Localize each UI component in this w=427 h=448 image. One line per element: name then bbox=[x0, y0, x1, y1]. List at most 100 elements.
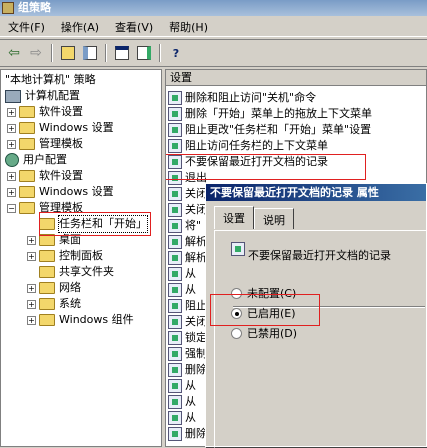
policy-setting-icon bbox=[168, 203, 182, 217]
list-item[interactable]: 将" bbox=[168, 218, 201, 234]
expand-icon[interactable]: + bbox=[7, 139, 16, 149]
policy-setting-icon bbox=[168, 347, 182, 361]
menu-bar: 文件(F) 操作(A) 查看(V) 帮助(H) bbox=[0, 17, 427, 37]
expand-icon[interactable]: + bbox=[27, 283, 36, 293]
policy-setting-icon bbox=[168, 427, 182, 441]
folder-icon bbox=[19, 186, 35, 198]
menu-file[interactable]: 文件(F) bbox=[0, 19, 53, 35]
policy-setting-icon bbox=[168, 91, 182, 105]
tree-computer-config[interactable]: 计算机配置 bbox=[5, 88, 80, 104]
list-item[interactable]: 删除「开始」菜单上的拖放上下文菜单 bbox=[168, 106, 372, 122]
app-icon bbox=[2, 2, 14, 14]
toolbar-separator bbox=[159, 44, 161, 62]
list-item[interactable]: 阻止更改"任务栏和「开始」菜单"设置 bbox=[168, 122, 371, 138]
expand-icon[interactable]: + bbox=[7, 123, 16, 133]
tree-item-system[interactable]: + 系统 bbox=[27, 296, 81, 312]
radio-button[interactable] bbox=[231, 327, 242, 339]
folder-icon bbox=[19, 122, 35, 134]
list-item[interactable]: 从 bbox=[168, 378, 196, 394]
list-item-label: 阻止访问任务栏的上下文菜单 bbox=[185, 139, 328, 152]
list-item-label: 从 bbox=[185, 379, 196, 392]
tree-root[interactable]: "本地计算机" 策略 bbox=[5, 72, 96, 88]
folder-icon bbox=[19, 138, 35, 150]
expand-icon[interactable]: + bbox=[7, 171, 16, 181]
list-item[interactable]: 删除 bbox=[168, 426, 207, 442]
expand-icon[interactable]: + bbox=[27, 251, 36, 261]
list-item[interactable]: 强制 bbox=[168, 346, 207, 362]
tree-item-windows-components[interactable]: + Windows 组件 bbox=[27, 312, 134, 328]
tree-item-network[interactable]: + 网络 bbox=[27, 280, 81, 296]
forward-button[interactable]: ⇨ bbox=[26, 43, 46, 63]
export-list-button[interactable] bbox=[134, 43, 154, 63]
list-item[interactable]: 解析 bbox=[168, 234, 207, 250]
tree-item-shared-folders[interactable]: 共享文件夹 bbox=[27, 264, 114, 280]
tree-item-user-software-settings[interactable]: + 软件设置 bbox=[7, 168, 83, 184]
dialog-tabs: 设置 说明 bbox=[214, 206, 294, 230]
policy-setting-icon bbox=[168, 379, 182, 393]
expand-icon[interactable]: + bbox=[27, 315, 36, 325]
list-item[interactable]: 阻止访问任务栏的上下文菜单 bbox=[168, 138, 328, 154]
window-title: 组策略 bbox=[18, 1, 51, 14]
list-item-label: 强制 bbox=[185, 347, 207, 360]
list-item[interactable]: 从 bbox=[168, 394, 196, 410]
menu-view[interactable]: 查看(V) bbox=[107, 19, 161, 35]
column-header-settings[interactable]: 设置 bbox=[166, 70, 426, 86]
forward-arrow-icon: ⇨ bbox=[30, 45, 42, 61]
menu-action[interactable]: 操作(A) bbox=[53, 19, 107, 35]
list-item-label: 关闭 bbox=[185, 203, 207, 216]
tree-label: 系统 bbox=[59, 297, 81, 310]
menu-help[interactable]: 帮助(H) bbox=[161, 19, 216, 35]
policy-setting-icon bbox=[168, 283, 182, 297]
tree-label: 共享文件夹 bbox=[59, 265, 114, 278]
list-item[interactable]: 关闭 bbox=[168, 186, 207, 202]
list-item[interactable]: 从 bbox=[168, 266, 196, 282]
list-item[interactable]: 删除 bbox=[168, 362, 207, 378]
properties-button[interactable] bbox=[112, 43, 132, 63]
tree-item-windows-settings[interactable]: + Windows 设置 bbox=[7, 120, 114, 136]
tree-pane-icon bbox=[83, 46, 97, 60]
list-item-label: 将" bbox=[185, 219, 202, 232]
tree-item-control-panel[interactable]: + 控制面板 bbox=[27, 248, 103, 264]
expand-icon[interactable]: + bbox=[7, 107, 16, 117]
user-icon bbox=[5, 153, 19, 167]
policy-setting-icon bbox=[168, 315, 182, 329]
expand-icon[interactable]: + bbox=[7, 187, 16, 197]
expand-icon[interactable]: + bbox=[27, 235, 36, 245]
help-button[interactable]: ? bbox=[166, 43, 186, 63]
list-item[interactable]: 阻止 bbox=[168, 298, 207, 314]
policy-setting-icon bbox=[168, 187, 182, 201]
policy-setting-icon bbox=[168, 363, 182, 377]
tree-user-config[interactable]: 用户配置 bbox=[5, 152, 67, 168]
settings-panel: 不要保留最近打开文档的记录 未配置 (C) 已启用 (E) 已禁用 (D) bbox=[214, 230, 427, 448]
policy-setting-icon bbox=[168, 123, 182, 137]
list-item[interactable]: 从 bbox=[168, 282, 196, 298]
back-button[interactable]: ⇦ bbox=[4, 43, 24, 63]
tree-label: 控制面板 bbox=[59, 249, 103, 262]
tab-settings[interactable]: 设置 bbox=[214, 206, 254, 229]
tree-pane[interactable]: "本地计算机" 策略 计算机配置 + 软件设置 + Windows 设置 + 管理模板… bbox=[0, 69, 162, 447]
collapse-icon[interactable]: − bbox=[7, 203, 16, 213]
tree-item-admin-templates[interactable]: + 管理模板 bbox=[7, 136, 83, 152]
tree-label: 软件设置 bbox=[39, 105, 83, 118]
expand-icon[interactable]: + bbox=[27, 299, 36, 309]
list-item-label: 解析 bbox=[185, 235, 207, 248]
list-item[interactable]: 锁定 bbox=[168, 330, 207, 346]
list-item-label: 从 bbox=[185, 411, 196, 424]
computer-icon bbox=[5, 89, 21, 103]
list-item[interactable]: 关闭 bbox=[168, 202, 207, 218]
radio-disabled[interactable]: 已禁用 (D) bbox=[231, 325, 297, 341]
list-item[interactable]: 关闭 bbox=[168, 314, 207, 330]
folder-icon bbox=[39, 314, 55, 326]
list-item-label: 解析 bbox=[185, 251, 207, 264]
list-item[interactable]: 解析 bbox=[168, 250, 207, 266]
tab-explain[interactable]: 说明 bbox=[254, 208, 294, 229]
tree-item-user-windows-settings[interactable]: + Windows 设置 bbox=[7, 184, 114, 200]
list-item[interactable]: 从 bbox=[168, 410, 196, 426]
list-item-label: 关闭 bbox=[185, 315, 207, 328]
show-tree-button[interactable] bbox=[80, 43, 100, 63]
up-folder-button[interactable] bbox=[58, 43, 78, 63]
folder-icon bbox=[39, 298, 55, 310]
list-item[interactable]: 删除和阻止访问"关机"命令 bbox=[168, 90, 316, 106]
tree-item-software-settings[interactable]: + 软件设置 bbox=[7, 104, 83, 120]
policy-setting-icon bbox=[168, 251, 182, 265]
